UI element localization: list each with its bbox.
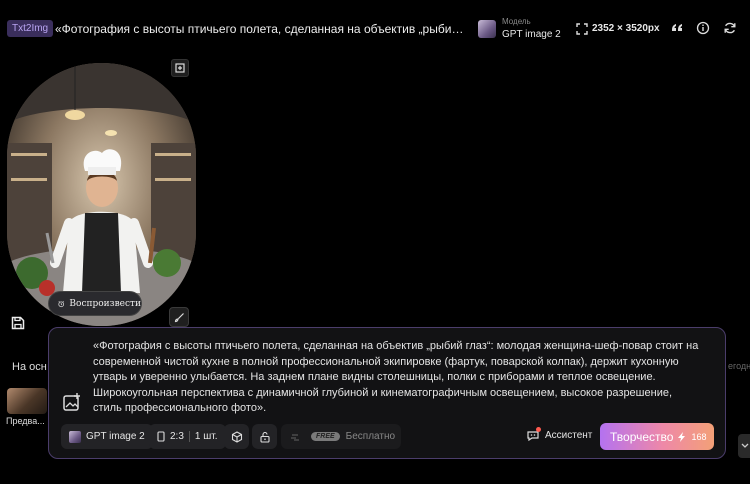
replay-label: Воспроизвести [69,298,141,309]
expand-icon [175,63,185,73]
add-image-icon[interactable] [62,392,82,412]
scroll-down-button[interactable] [738,434,750,458]
model-select[interactable]: GPT image 2 [61,424,153,449]
assistant-button[interactable]: Ассистент [526,427,593,442]
chef-photo-illustration [7,63,196,326]
expand-button[interactable] [171,59,189,77]
speed-icon [291,433,299,441]
assistant-label: Ассистент [545,429,593,441]
chevron-down-icon [741,443,749,448]
model-chip-label: GPT image 2 [86,431,145,442]
unlock-icon [259,431,270,443]
brush-icon [174,312,184,322]
free-badge: FREE [311,432,340,441]
refresh-icon[interactable] [723,21,737,35]
free-mode-toggle[interactable]: FREE Бесплатно [281,424,401,449]
preview-caption: Предва... [6,416,45,426]
generated-image[interactable] [7,63,196,326]
model-name: GPT image 2 [502,29,561,40]
clock-icon [58,300,65,307]
notification-dot [536,427,541,432]
replay-button[interactable]: Воспроизвести [48,291,142,316]
left-section-heading: На осн [12,361,47,373]
edit-brush-button[interactable] [169,307,189,327]
assistant-icon [526,427,541,442]
mode-tag[interactable]: Txt2Img [7,20,54,37]
aspect-ratio-icon [157,431,165,442]
lock-button[interactable] [252,424,277,449]
cube-icon [231,430,242,443]
create-label: Творчество [610,429,674,444]
preview-thumbnail[interactable] [7,388,47,414]
free-label: Бесплатно [345,431,396,442]
ratio-count-select[interactable]: 2:3 1 шт. [149,424,226,449]
right-section-heading: егодн [728,361,750,371]
image-count-value: 1 шт. [194,431,218,442]
lightning-icon [678,431,686,442]
info-icon[interactable] [696,21,710,35]
image-dimensions: 2352 × 3520px [592,23,660,34]
create-cost: 168 [691,431,707,442]
model-thumbnail [478,20,496,38]
save-icon[interactable] [11,316,25,330]
aspect-ratio-value: 2:3 [170,431,184,442]
fullscreen-icon[interactable] [576,23,588,35]
prompt-title: «Фотография с высоты птичьего полета, сд… [55,22,467,36]
top-bar: Txt2Img «Фотография с высоты птичьего по… [0,0,750,58]
model-chip-thumbnail [69,430,81,443]
prompt-panel: «Фотография с высоты птичьего полета, сд… [48,327,726,459]
quote-icon[interactable] [670,21,684,35]
style-button[interactable] [224,424,249,449]
create-button[interactable]: Творчество 168 [600,423,714,450]
model-label: Модель [502,17,531,26]
prompt-textarea[interactable]: «Фотография с высоты птичьего полета, сд… [93,339,703,417]
